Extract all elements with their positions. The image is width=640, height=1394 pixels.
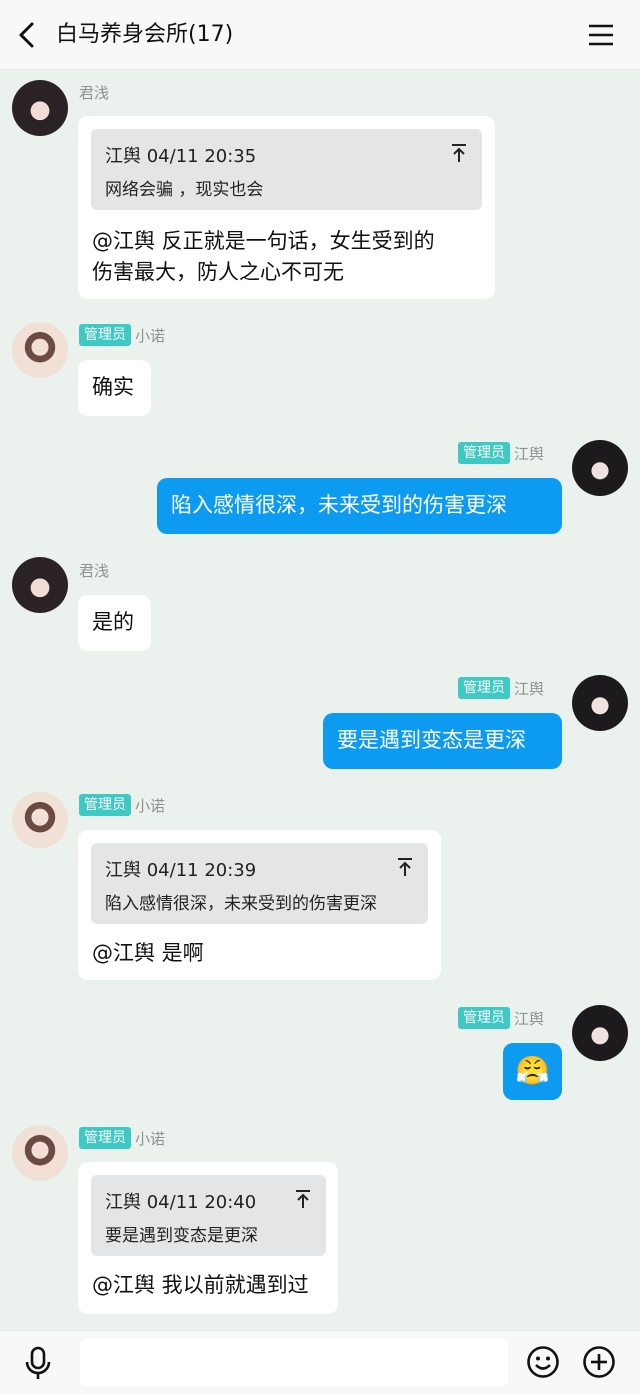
message-input[interactable]	[80, 1338, 508, 1386]
message-text: 确实	[92, 375, 134, 399]
message-text-line: @江舆 反正就是一句话，女生受到的	[92, 229, 435, 253]
chat-header: 白马养身会所(17)	[0, 0, 640, 70]
quoted-message[interactable]: 江舆 04/11 20:35 网络会骗 ，现实也会	[91, 129, 482, 210]
message-bubble[interactable]: 江舆 04/11 20:35 网络会骗 ，现实也会 @江舆 反正就是一句话，女生…	[78, 116, 495, 299]
quoted-message[interactable]: 江舆 04/11 20:39 陷入感情很深，未来受到的伤害更深	[91, 843, 428, 924]
quote-text: 网络会骗 ，现实也会	[105, 180, 264, 200]
emoji: 😤	[515, 1054, 550, 1087]
message-bubble[interactable]: 确实	[78, 360, 151, 416]
quote-header: 江舆 04/11 20:40	[105, 1192, 257, 1213]
message-bubble[interactable]: 要是遇到变态是更深	[323, 713, 562, 769]
page-title: 白马养身会所(17)	[56, 22, 234, 47]
avatar[interactable]	[12, 322, 68, 378]
message-bubble[interactable]: 陷入感情很深，未来受到的伤害更深	[157, 478, 562, 534]
avatar[interactable]	[572, 1005, 628, 1061]
sender-name: 管理员 江舆	[458, 677, 544, 699]
sender-name: 君浅	[79, 562, 110, 580]
message-bubble[interactable]: 😤	[503, 1043, 562, 1100]
message-bubble[interactable]: 江舆 04/11 20:39 陷入感情很深，未来受到的伤害更深 @江舆 是啊	[78, 830, 441, 980]
sender-name: 管理员 江舆	[458, 442, 544, 464]
message-text: 是的	[92, 610, 134, 634]
jump-to-quote-icon[interactable]	[396, 857, 414, 877]
admin-badge: 管理员	[458, 442, 510, 464]
microphone-icon[interactable]	[22, 1345, 54, 1381]
avatar[interactable]	[12, 80, 68, 136]
quote-header: 江舆 04/11 20:39	[105, 860, 257, 881]
sender-name: 君浅	[79, 84, 110, 102]
sender-name: 管理员 小诺	[79, 1127, 165, 1149]
sender-name: 管理员 小诺	[79, 324, 165, 346]
avatar[interactable]	[12, 557, 68, 613]
message-text: @江舆 是啊	[92, 941, 204, 965]
avatar[interactable]	[12, 792, 68, 848]
quote-header: 江舆 04/11 20:35	[105, 146, 257, 167]
input-bar	[0, 1330, 640, 1394]
message-text: 要是遇到变态是更深	[337, 728, 526, 752]
sender-name: 管理员 江舆	[458, 1007, 544, 1029]
admin-badge: 管理员	[458, 677, 510, 699]
admin-badge: 管理员	[79, 794, 131, 816]
sender-name: 管理员 小诺	[79, 794, 165, 816]
message-bubble[interactable]: 江舆 04/11 20:40 要是遇到变态是更深 @江舆 我以前就遇到过	[78, 1162, 338, 1314]
smiley-icon[interactable]	[526, 1345, 560, 1379]
quoted-message[interactable]: 江舆 04/11 20:40 要是遇到变态是更深	[91, 1175, 326, 1256]
message-text-line: 伤害最大，防人之心不可无	[92, 260, 344, 284]
avatar[interactable]	[572, 675, 628, 731]
avatar[interactable]	[572, 440, 628, 496]
message-text: @江舆 我以前就遇到过	[92, 1273, 309, 1297]
plus-icon[interactable]	[582, 1345, 616, 1379]
jump-to-quote-icon[interactable]	[450, 143, 468, 163]
message-text: 陷入感情很深，未来受到的伤害更深	[171, 493, 507, 517]
jump-to-quote-icon[interactable]	[294, 1189, 312, 1209]
menu-icon[interactable]	[586, 22, 616, 48]
admin-badge: 管理员	[458, 1007, 510, 1029]
admin-badge: 管理员	[79, 1127, 131, 1149]
admin-badge: 管理员	[79, 324, 131, 346]
avatar[interactable]	[12, 1125, 68, 1181]
chevron-left-icon[interactable]	[14, 20, 42, 50]
quote-text: 陷入感情很深，未来受到的伤害更深	[105, 894, 377, 914]
message-bubble[interactable]: 是的	[78, 595, 151, 651]
quote-text: 要是遇到变态是更深	[105, 1226, 258, 1246]
